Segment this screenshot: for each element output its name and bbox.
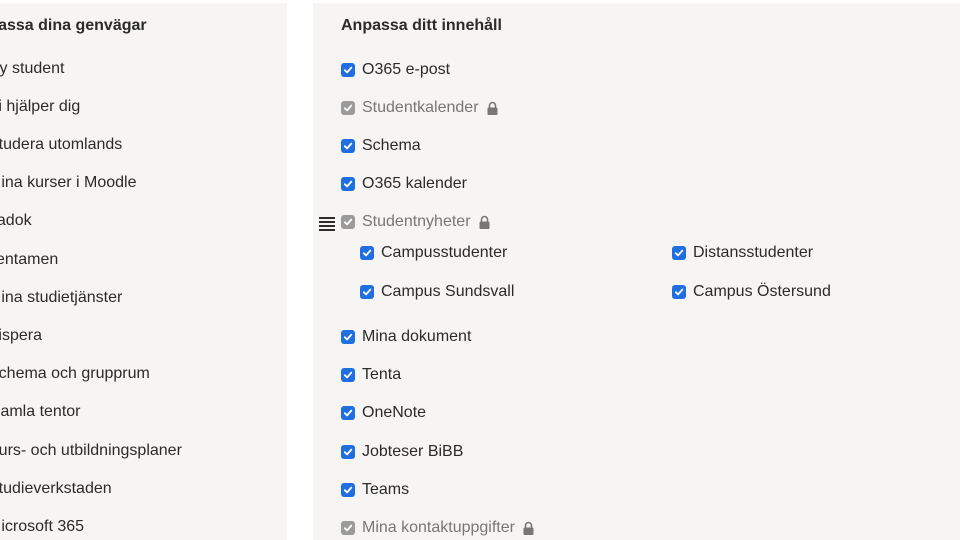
checkbox[interactable] <box>360 246 374 260</box>
content-item-studentnyheter: Studentnyheter <box>341 212 491 232</box>
shortcut-link-studera-utomlands[interactable]: Studera utomlands <box>0 136 122 154</box>
content-item-label: Teams <box>362 481 410 498</box>
shortcut-link-schema-grupprum[interactable]: Schema och grupprum <box>0 365 150 383</box>
content-title: Anpassa ditt innehåll <box>341 17 502 34</box>
shortcut-link-studietjanster[interactable]: Mina studietjänster <box>0 289 122 307</box>
shortcut-link-ladok[interactable]: Ladok <box>0 212 32 230</box>
checkbox-disabled <box>341 521 355 535</box>
check-icon <box>343 448 353 456</box>
checkbox[interactable] <box>341 445 355 459</box>
checkbox[interactable] <box>341 483 355 497</box>
check-icon <box>674 288 684 296</box>
check-icon <box>343 104 353 112</box>
check-icon <box>343 180 353 188</box>
shortcut-link-utbildningsplaner[interactable]: Kurs- och utbildningsplaner <box>0 442 182 460</box>
shortcut-link-studieverkstaden[interactable]: Studieverkstaden <box>0 480 112 498</box>
shortcut-link-moodle[interactable]: Mina kurser i Moodle <box>0 174 137 192</box>
check-icon <box>343 371 353 379</box>
content-item-teams[interactable]: Teams <box>341 480 409 500</box>
sub-option-distansstudenter[interactable]: Distansstudenter <box>672 243 813 263</box>
shortcut-link-microsoft-365[interactable]: Microsoft 365 <box>0 518 84 536</box>
check-icon <box>343 486 353 494</box>
content-item-studentkalender: Studentkalender <box>341 98 499 118</box>
content-item-label: O365 kalender <box>362 175 467 192</box>
checkbox[interactable] <box>341 406 355 420</box>
checkbox[interactable] <box>341 330 355 344</box>
sub-option-label: Distansstudenter <box>693 244 814 261</box>
checkbox-disabled <box>341 101 355 115</box>
check-icon <box>343 218 353 226</box>
check-icon <box>343 524 353 532</box>
content-item-label: Mina dokument <box>362 328 472 345</box>
shortcut-link-ny-student[interactable]: Ny student <box>0 60 64 78</box>
content-item-label: Tenta <box>362 366 402 383</box>
check-icon <box>343 409 353 417</box>
lock-icon <box>522 521 535 536</box>
checkbox[interactable] <box>341 368 355 382</box>
check-icon <box>343 142 353 150</box>
content-item-o365-kalender[interactable]: O365 kalender <box>341 174 467 194</box>
check-icon <box>362 249 372 257</box>
content-item-label: Studentkalender <box>362 99 479 116</box>
drag-handle-icon[interactable] <box>319 217 335 231</box>
sub-option-campus-ostersund[interactable]: Campus Östersund <box>672 282 831 302</box>
content-item-label: Jobteser BiBB <box>362 443 464 460</box>
shortcut-link-tentamen[interactable]: Tentamen <box>0 251 58 269</box>
sub-option-campusstudenter[interactable]: Campusstudenter <box>360 243 507 263</box>
check-icon <box>674 249 684 257</box>
content-item-label: Schema <box>362 137 421 154</box>
shortcut-link-vi-hjalper-dig[interactable]: Vi hjälper dig <box>0 98 80 116</box>
checkbox[interactable] <box>672 246 686 260</box>
checkbox[interactable] <box>341 139 355 153</box>
sub-option-label: Campusstudenter <box>381 244 508 261</box>
shortcuts-panel: Anpassa dina genvägar Ny student Vi hjäl… <box>0 3 287 540</box>
shortcut-link-vispera[interactable]: Vispera <box>0 327 42 345</box>
content-item-label: O365 e-post <box>362 61 451 78</box>
content-item-schema[interactable]: Schema <box>341 136 421 156</box>
lock-icon <box>486 101 499 116</box>
content-item-label: OneNote <box>362 404 427 421</box>
content-item-mina-dokument[interactable]: Mina dokument <box>341 327 471 347</box>
content-item-onenote[interactable]: OneNote <box>341 403 426 423</box>
check-icon <box>343 333 353 341</box>
content-item-label: Studentnyheter <box>362 213 471 230</box>
checkbox[interactable] <box>360 285 374 299</box>
content-item-jobteser-bibb[interactable]: Jobteser BiBB <box>341 442 463 462</box>
check-icon <box>343 66 353 74</box>
sub-option-campus-sundsvall[interactable]: Campus Sundsvall <box>360 282 514 302</box>
content-item-mina-kontaktuppgifter: Mina kontaktuppgifter <box>341 518 535 538</box>
sub-option-label: Campus Sundsvall <box>381 283 515 300</box>
checkbox[interactable] <box>672 285 686 299</box>
content-item-label: Mina kontaktuppgifter <box>362 519 515 536</box>
content-item-o365-epost[interactable]: O365 e-post <box>341 60 450 80</box>
checkbox[interactable] <box>341 63 355 77</box>
content-item-tenta[interactable]: Tenta <box>341 365 401 385</box>
shortcut-link-gamla-tentor[interactable]: Gamla tentor <box>0 403 80 421</box>
shortcuts-title: Anpassa dina genvägar <box>0 17 147 34</box>
checkbox-disabled <box>341 215 355 229</box>
content-panel: Anpassa ditt innehåll O365 e-post Studen… <box>313 3 960 540</box>
sub-option-label: Campus Östersund <box>693 283 831 300</box>
check-icon <box>362 288 372 296</box>
checkbox[interactable] <box>341 177 355 191</box>
lock-icon <box>478 215 491 230</box>
